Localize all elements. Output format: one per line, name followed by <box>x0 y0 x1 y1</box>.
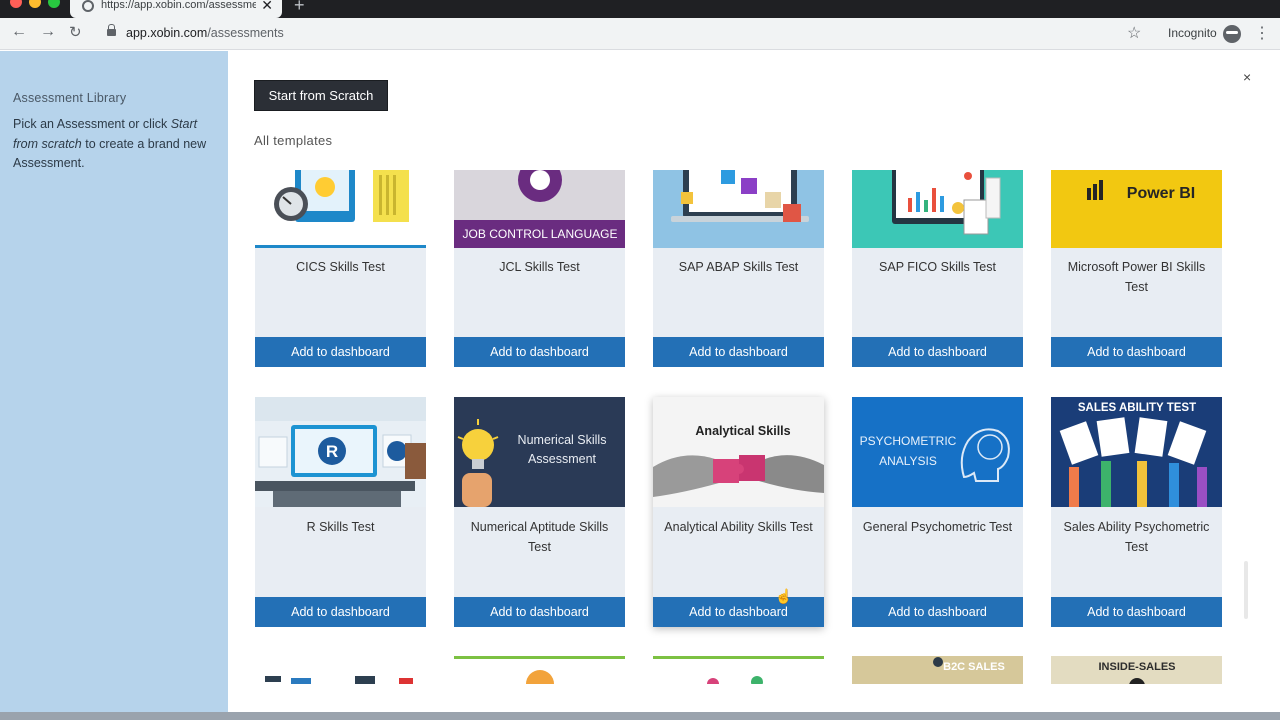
numerical-image-text-1: Numerical Skills <box>518 433 607 447</box>
incognito-label: Incognito <box>1168 26 1217 40</box>
template-card: PSYCHOMETRIC ANALYSIS General Psychometr… <box>852 397 1023 627</box>
template-thumbnail: INSIDE-SALES <box>1051 656 1222 684</box>
template-title: SAP ABAP Skills Test <box>678 260 799 274</box>
template-card: CICS Skills Test Add to dashboard <box>255 170 426 367</box>
reload-icon[interactable]: ↻ <box>69 23 82 41</box>
window-zoom-control[interactable] <box>48 0 60 8</box>
tab-close-icon[interactable]: ✕ <box>261 0 273 14</box>
address-bar[interactable]: app.xobin.com/assessments <box>126 26 284 40</box>
template-card-partial: B2C SALES <box>852 656 1023 684</box>
template-card-partial <box>454 656 625 684</box>
template-title: R Skills Test <box>306 520 375 534</box>
power-bi-thumbnail: Power BI <box>1051 170 1222 248</box>
bookmark-star-icon[interactable]: ☆ <box>1127 23 1141 43</box>
template-card-partial: INSIDE-SALES <box>1051 656 1222 684</box>
template-title: JCL Skills Test <box>499 260 580 274</box>
template-title: Sales Ability Psychometric Test <box>1063 520 1210 554</box>
template-title: Numerical Aptitude Skills Test <box>470 520 609 554</box>
add-to-dashboard-button[interactable]: Add to dashboard <box>852 337 1023 367</box>
add-to-dashboard-button[interactable]: Add to dashboard <box>255 337 426 367</box>
sap-fico-thumbnail <box>852 170 1023 248</box>
template-title: SAP FICO Skills Test <box>879 260 996 274</box>
template-title: CICS Skills Test <box>296 260 385 274</box>
sales-ability-image-text: SALES ABILITY TEST <box>1078 402 1196 414</box>
template-card-partial <box>255 656 426 684</box>
new-tab-icon[interactable]: + <box>294 0 305 16</box>
psychometric-image-text-1: PSYCHOMETRIC <box>860 434 957 448</box>
r-image-text: R <box>326 442 338 461</box>
add-to-dashboard-button[interactable]: Add to dashboard <box>1051 337 1222 367</box>
template-thumbnail <box>454 656 625 684</box>
template-title: Microsoft Power BI Skills Test <box>1067 260 1206 294</box>
start-from-scratch-button[interactable]: Start from Scratch <box>254 80 388 111</box>
sales-ability-thumbnail: SALES ABILITY TEST <box>1051 397 1222 507</box>
jcl-thumbnail: JOB CONTROL LANGUAGE <box>454 170 625 248</box>
url-host: app.xobin.com <box>126 26 208 40</box>
cics-thumbnail <box>255 170 426 248</box>
back-arrow-icon[interactable]: ← <box>11 23 27 41</box>
library-sidebar: Assessment Library Pick an Assessment or… <box>0 51 228 712</box>
analytical-thumbnail: Analytical Skills <box>653 397 824 507</box>
template-card-partial <box>653 656 824 684</box>
browser-toolbar: ← → ↻ app.xobin.com/assessments ☆ Incogn… <box>0 18 1280 50</box>
sap-abap-thumbnail <box>653 170 824 248</box>
all-templates-label: All templates <box>254 133 333 148</box>
template-thumbnail: B2C SALES <box>852 656 1023 684</box>
add-to-dashboard-button[interactable]: Add to dashboard <box>1051 597 1222 627</box>
template-card: SAP ABAP Skills Test Add to dashboard <box>653 170 824 367</box>
add-to-dashboard-button[interactable]: Add to dashboard <box>255 597 426 627</box>
template-card: Analytical Skills Analytical Ability Ski… <box>653 397 824 627</box>
template-thumbnail <box>653 656 824 684</box>
close-icon[interactable]: × <box>1243 69 1251 85</box>
template-card: SALES ABILITY TEST Sales Ability Psychom… <box>1051 397 1222 627</box>
template-title: Analytical Ability Skills Test <box>664 520 813 534</box>
template-card: R R Skills Test Add to dashboard <box>255 397 426 627</box>
window-close-control[interactable] <box>10 0 22 8</box>
numerical-thumbnail: Numerical Skills Assessment <box>454 397 625 507</box>
more-menu-icon[interactable]: ⋮ <box>1254 23 1270 43</box>
add-to-dashboard-button[interactable]: Add to dashboard <box>454 597 625 627</box>
analytical-image-text: Analytical Skills <box>695 424 790 438</box>
browser-tab[interactable]: https://app.xobin.com/assessme ✕ <box>70 0 282 18</box>
psychometric-thumbnail: PSYCHOMETRIC ANALYSIS <box>852 397 1023 507</box>
r-skills-thumbnail: R <box>255 397 426 507</box>
sidebar-text-start: Pick an Assessment or click <box>13 117 171 131</box>
add-to-dashboard-button[interactable]: Add to dashboard <box>454 337 625 367</box>
template-title: General Psychometric Test <box>862 520 1013 534</box>
b2c-image-text: B2C SALES <box>943 661 1005 673</box>
mouse-pointer: ☝ <box>775 588 793 604</box>
add-to-dashboard-button[interactable]: Add to dashboard <box>852 597 1023 627</box>
window-minimize-control[interactable] <box>29 0 41 8</box>
add-to-dashboard-button[interactable]: Add to dashboard <box>653 337 824 367</box>
add-to-dashboard-button[interactable]: Add to dashboard <box>653 597 824 627</box>
scrollbar-thumb[interactable] <box>1244 561 1248 619</box>
incognito-icon[interactable] <box>1223 25 1241 43</box>
macos-dock <box>0 712 1280 720</box>
lock-icon[interactable] <box>107 24 116 36</box>
psychometric-image-text-2: ANALYSIS <box>879 454 937 468</box>
sidebar-title: Assessment Library <box>13 91 127 105</box>
template-panel: Start from Scratch All templates × CICS … <box>228 51 1280 712</box>
numerical-image-text-2: Assessment <box>528 452 597 466</box>
globe-icon <box>82 0 94 12</box>
url-path: /assessments <box>207 26 284 40</box>
template-card: JOB CONTROL LANGUAGE JCL Skills Test Add… <box>454 170 625 367</box>
jcl-image-text: JOB CONTROL LANGUAGE <box>463 227 618 241</box>
template-card: Power BI Microsoft Power BI Skills Test … <box>1051 170 1222 367</box>
tab-title: https://app.xobin.com/assessme <box>101 0 256 11</box>
forward-arrow-icon[interactable]: → <box>40 23 56 41</box>
template-thumbnail <box>255 656 426 684</box>
template-card: Numerical Skills Assessment Numerical Ap… <box>454 397 625 627</box>
power-bi-image-text: Power BI <box>1127 185 1195 202</box>
inside-sales-image-text: INSIDE-SALES <box>1098 661 1175 673</box>
template-card: SAP FICO Skills Test Add to dashboard <box>852 170 1023 367</box>
sidebar-description: Pick an Assessment or click Start from s… <box>13 115 213 174</box>
browser-tab-bar: https://app.xobin.com/assessme ✕ + <box>0 0 1280 18</box>
